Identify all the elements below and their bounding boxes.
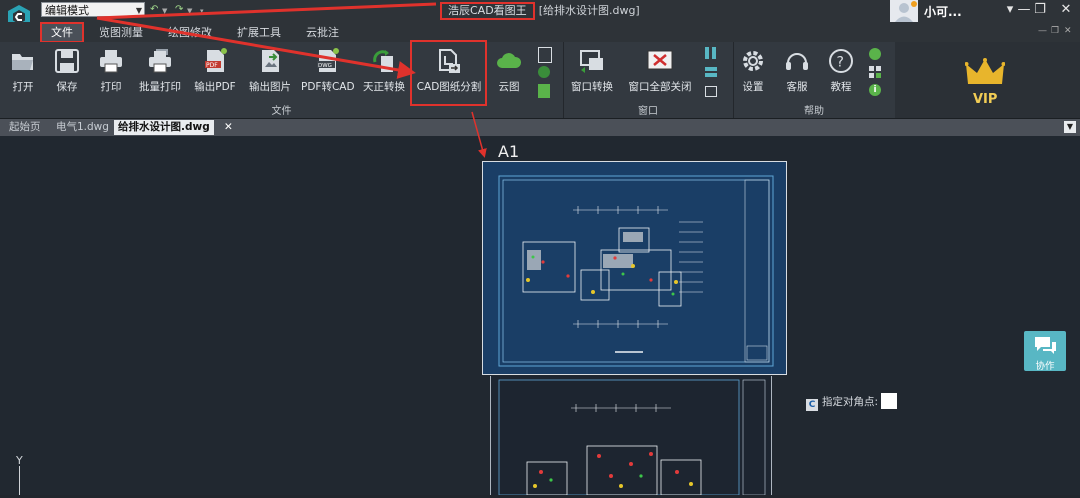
annotation-arrows xyxy=(96,2,487,158)
